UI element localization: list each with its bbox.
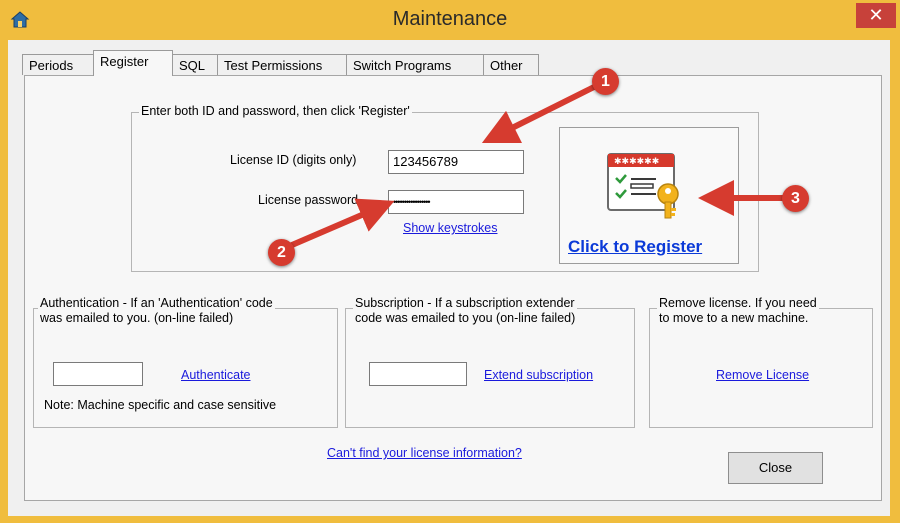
tab-switch-programs[interactable]: Switch Programs: [346, 54, 484, 75]
window-title: Maintenance: [392, 8, 508, 30]
subscription-caption-line1: Subscription - If a subscription extende…: [355, 296, 575, 310]
authentication-group-caption: Authentication - If an 'Authentication' …: [38, 296, 275, 326]
register-button-label: Click to Register: [568, 237, 703, 256]
remove-license-caption-line2: to move to a new machine.: [659, 311, 809, 325]
close-button[interactable]: Close: [728, 452, 823, 484]
authenticate-link[interactable]: Authenticate: [181, 368, 251, 382]
license-password-input[interactable]: •••••••••••••••••: [388, 190, 524, 214]
register-button[interactable]: ✱✱✱✱✱✱ Click to Register: [559, 127, 739, 264]
tab-periods[interactable]: Periods: [22, 54, 94, 75]
tab-other[interactable]: Other: [483, 54, 539, 75]
register-group-caption: Enter both ID and password, then click '…: [139, 104, 412, 118]
license-id-input[interactable]: 123456789: [388, 150, 524, 174]
show-keystrokes-link[interactable]: Show keystrokes: [403, 221, 497, 235]
authentication-caption-line1: Authentication - If an 'Authentication' …: [40, 296, 273, 310]
annotation-badge-3: 3: [782, 185, 809, 212]
tab-sql[interactable]: SQL: [172, 54, 218, 75]
authentication-note: Note: Machine specific and case sensitiv…: [44, 398, 277, 412]
annotation-badge-2: 2: [268, 239, 295, 266]
svg-text:✱✱✱✱✱✱: ✱✱✱✱✱✱: [614, 156, 659, 166]
license-key-icon: ✱✱✱✱✱✱: [607, 153, 679, 219]
tab-register[interactable]: Register: [93, 50, 173, 76]
title-bar[interactable]: Maintenance ✕: [0, 0, 900, 40]
extend-subscription-link[interactable]: Extend subscription: [484, 368, 593, 382]
authentication-caption-line2: was emailed to you. (on-line failed): [40, 311, 234, 325]
annotation-badge-1: 1: [592, 68, 619, 95]
subscription-code-input[interactable]: [369, 362, 467, 386]
cant-find-license-link[interactable]: Can't find your license information?: [327, 446, 522, 460]
remove-license-link[interactable]: Remove License: [716, 368, 809, 382]
authentication-code-input[interactable]: [53, 362, 143, 386]
window-close-button[interactable]: ✕: [856, 3, 896, 28]
maintenance-window: Maintenance ✕ Periods Register SQL Test …: [0, 0, 900, 523]
tab-test-permissions[interactable]: Test Permissions: [217, 54, 347, 75]
subscription-caption-line2: code was emailed to you (on-line failed): [355, 311, 576, 325]
remove-license-caption-line1: Remove license. If you need: [659, 296, 817, 310]
subscription-group-caption: Subscription - If a subscription extende…: [353, 296, 578, 326]
remove-license-group-caption: Remove license. If you need to move to a…: [657, 296, 819, 326]
license-id-label: License ID (digits only): [230, 153, 357, 167]
license-password-label: License password: [258, 193, 359, 207]
